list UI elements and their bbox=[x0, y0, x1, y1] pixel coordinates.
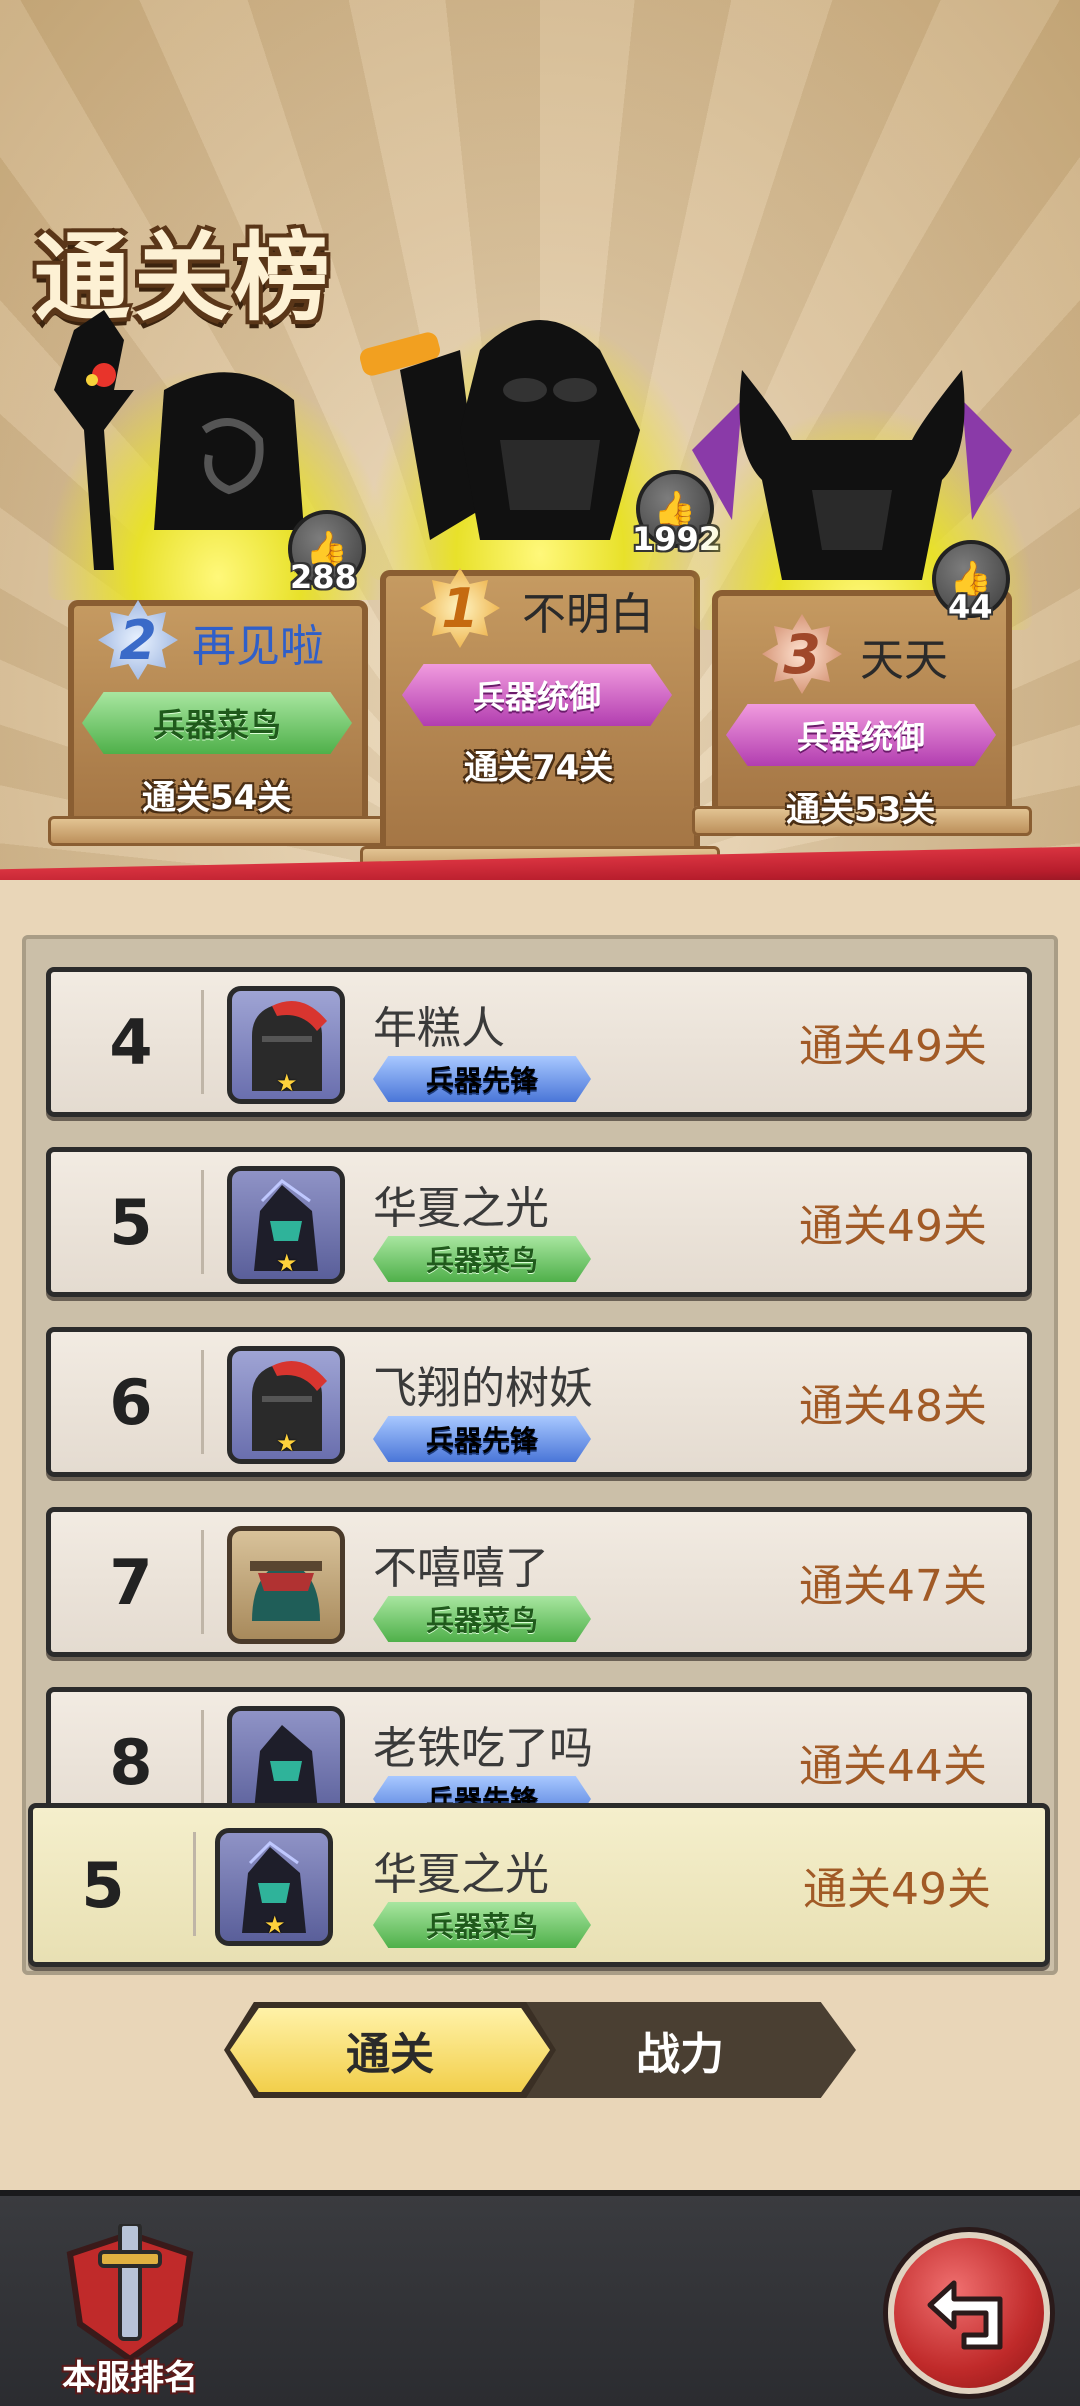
return-arrow-icon bbox=[927, 2280, 1003, 2350]
like-count: 44 bbox=[948, 588, 993, 626]
star-icon: ★ bbox=[276, 1249, 298, 1277]
like-count: 288 bbox=[290, 558, 357, 596]
player-level: 通关53关 bbox=[786, 790, 936, 830]
divider bbox=[193, 1832, 196, 1936]
player-name: 再见啦 bbox=[192, 621, 324, 672]
list-item[interactable]: 6 ★ 飞翔的树妖 兵器先锋 通关48关 bbox=[46, 1327, 1032, 1477]
player-title-ribbon: 兵器统御 bbox=[402, 664, 672, 726]
player-title-tag: 兵器菜鸟 bbox=[373, 1596, 591, 1642]
star-icon: ★ bbox=[276, 1429, 298, 1457]
player-name: 天天 bbox=[860, 635, 948, 686]
player-name: 老铁吃了吗 bbox=[373, 1723, 593, 1774]
leaderboard-list[interactable]: 4 ★ 年糕人 兵器先锋 通关49关 5 ★ 华夏之光 兵器菜鸟 通关49关 6… bbox=[22, 935, 1058, 1975]
player-title-ribbon: 兵器统御 bbox=[726, 704, 996, 766]
rank-badge-gold: 1 bbox=[420, 568, 500, 648]
player-level: 通关49关 bbox=[799, 1201, 987, 1252]
list-item[interactable]: 4 ★ 年糕人 兵器先锋 通关49关 bbox=[46, 967, 1032, 1117]
player-name: 华夏之光 bbox=[373, 1849, 549, 1900]
server-rank-label: 本服排名 bbox=[62, 2358, 198, 2398]
list-rank: 5 bbox=[81, 1848, 125, 1922]
list-item[interactable]: 7 不嘻嘻了 兵器菜鸟 通关47关 bbox=[46, 1507, 1032, 1657]
podium-third[interactable]: 👍 44 3 天天 兵器统御 通关53关 bbox=[692, 370, 1032, 860]
podium-second[interactable]: 👍 288 2 再见啦 兵器菜鸟 通关54关 bbox=[48, 310, 388, 850]
server-rank-button[interactable]: 本服排名 bbox=[50, 2222, 210, 2398]
player-name: 华夏之光 bbox=[373, 1183, 549, 1234]
divider bbox=[201, 990, 204, 1094]
player-name: 不明白 bbox=[522, 589, 654, 640]
player-name: 年糕人 bbox=[373, 1003, 505, 1054]
list-rank: 7 bbox=[109, 1545, 153, 1619]
list-rank: 6 bbox=[109, 1365, 153, 1439]
player-level: 通关48关 bbox=[799, 1381, 987, 1432]
divider bbox=[201, 1170, 204, 1274]
rank-badge-bronze: 3 bbox=[762, 614, 842, 694]
tab-clearance-active[interactable]: 通关 bbox=[224, 2002, 556, 2098]
list-rank: 4 bbox=[109, 1005, 153, 1079]
masked-bandit-icon bbox=[250, 1561, 322, 1621]
rank-number: 3 bbox=[783, 622, 821, 686]
avatar[interactable]: ★ bbox=[215, 1828, 333, 1946]
divider bbox=[201, 1710, 204, 1814]
player-title-tag: 兵器菜鸟 bbox=[373, 1236, 591, 1282]
player-title-tag: 兵器先锋 bbox=[373, 1416, 591, 1462]
rank-badge-silver: 2 bbox=[98, 600, 178, 680]
back-button[interactable] bbox=[888, 2232, 1050, 2394]
player-title-ribbon: 兵器菜鸟 bbox=[82, 692, 352, 754]
player-level: 通关54关 bbox=[142, 778, 292, 818]
star-icon: ★ bbox=[276, 1069, 298, 1097]
avatar[interactable]: ★ bbox=[227, 1346, 345, 1464]
rank-number: 2 bbox=[119, 608, 157, 672]
player-title-tag: 兵器先锋 bbox=[373, 1056, 591, 1102]
podium-first[interactable]: 👍 1992 1 不明白 兵器统御 通关74关 bbox=[359, 320, 721, 880]
star-icon: ★ bbox=[264, 1911, 286, 1939]
divider bbox=[201, 1350, 204, 1454]
player-level: 通关49关 bbox=[799, 1021, 987, 1072]
avatar[interactable]: ★ bbox=[227, 1166, 345, 1284]
leaderboard-header: 通关榜 👍 288 2 再见啦 兵器菜鸟 通关54关 👍 1992 1 不明白 … bbox=[0, 0, 1080, 880]
list-item[interactable]: 5 ★ 华夏之光 兵器菜鸟 通关49关 bbox=[46, 1147, 1032, 1297]
list-rank: 5 bbox=[109, 1185, 153, 1259]
tab-clearance-label: 通关 bbox=[230, 2008, 550, 2092]
player-level: 通关74关 bbox=[464, 748, 614, 788]
ranking-type-toggle[interactable]: 战力 通关 bbox=[224, 2002, 856, 2098]
avatar[interactable] bbox=[227, 1526, 345, 1644]
bottom-bar: 本服排名 bbox=[0, 2190, 1080, 2406]
rank-number: 1 bbox=[441, 576, 479, 640]
player-level: 通关49关 bbox=[803, 1864, 991, 1915]
player-name: 不嘻嘻了 bbox=[373, 1543, 549, 1594]
player-title-tag: 兵器菜鸟 bbox=[373, 1902, 591, 1948]
my-rank-row[interactable]: 5 ★ 华夏之光 兵器菜鸟 通关49关 bbox=[28, 1803, 1050, 1967]
player-level: 通关47关 bbox=[799, 1561, 987, 1612]
avatar[interactable]: ★ bbox=[227, 986, 345, 1104]
player-name: 飞翔的树妖 bbox=[373, 1363, 593, 1414]
divider bbox=[201, 1530, 204, 1634]
tab-power[interactable]: 战力 bbox=[504, 2002, 856, 2098]
sword-shield-icon bbox=[66, 2222, 194, 2363]
